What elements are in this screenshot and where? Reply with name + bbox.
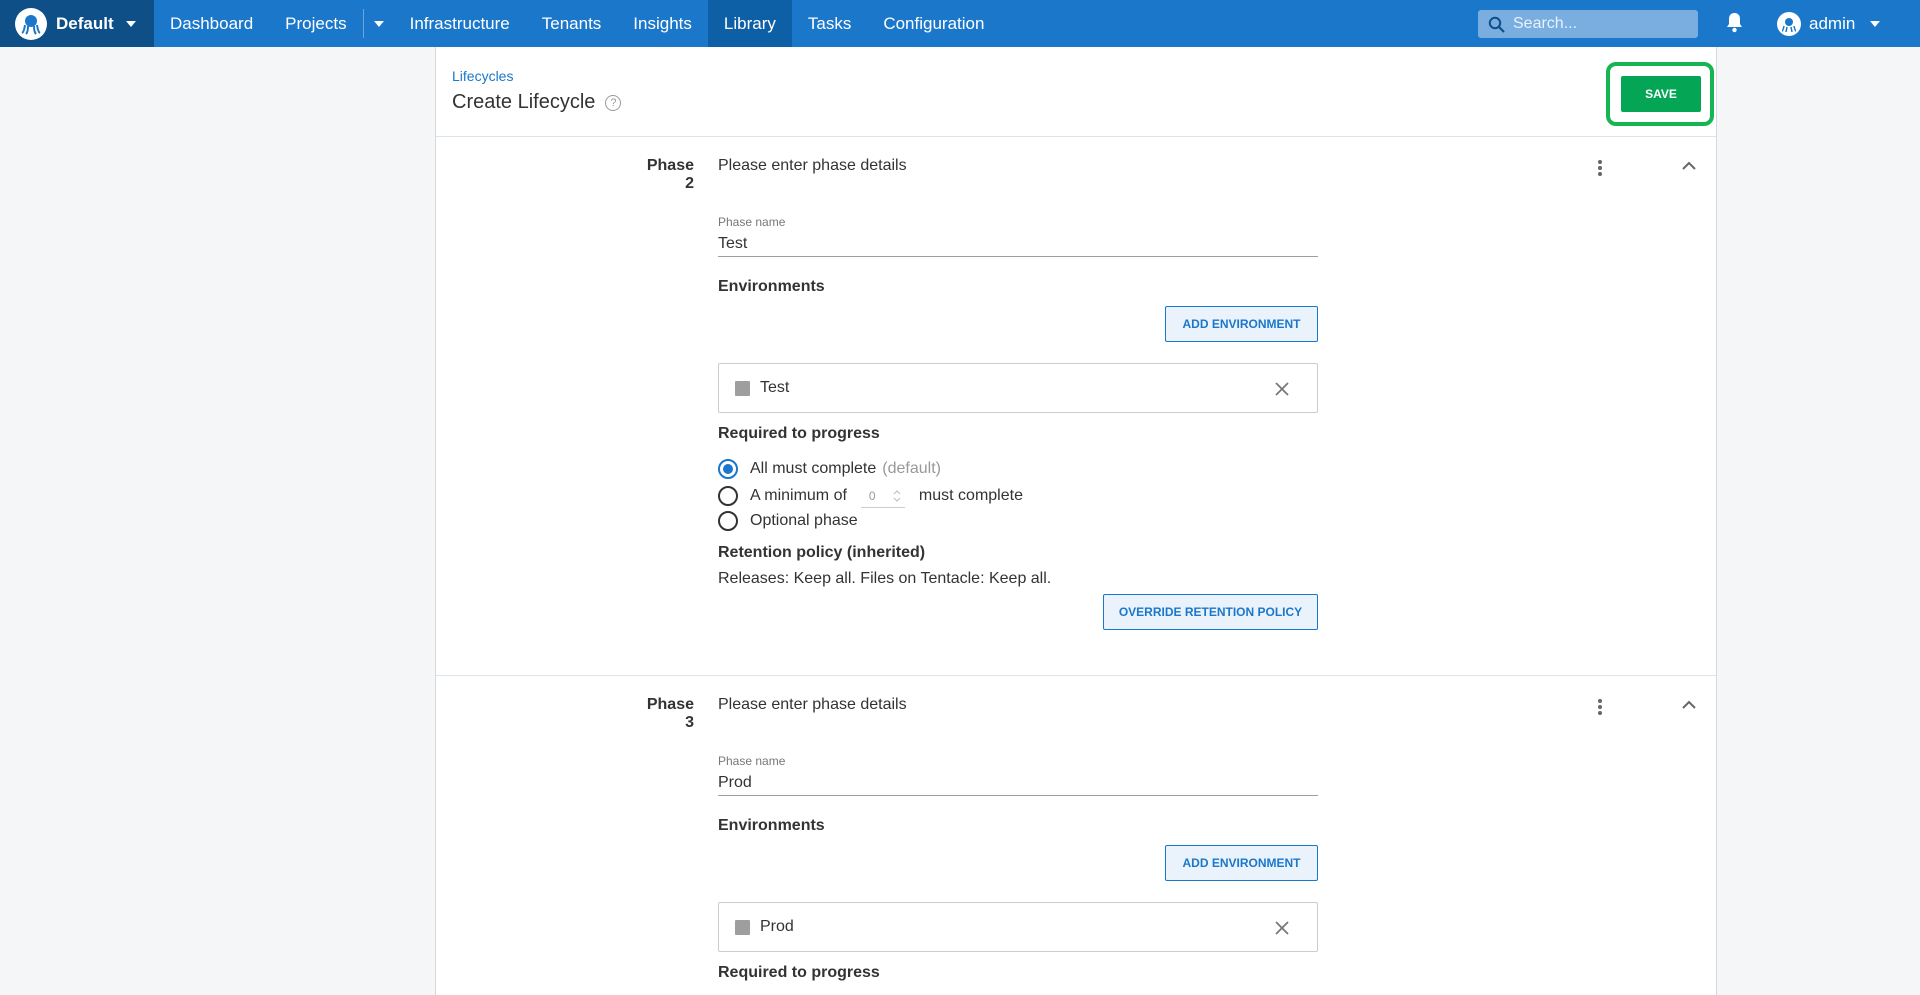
phase-name-input[interactable]	[718, 231, 1318, 257]
radio-label: All must complete	[750, 460, 877, 477]
minimum-value: 0	[868, 488, 876, 503]
save-button[interactable]: SAVE	[1621, 76, 1701, 112]
radio-unselected-icon	[718, 511, 738, 531]
nav-tasks[interactable]: Tasks	[792, 0, 867, 47]
radio-optional-phase[interactable]: Optional phase	[718, 511, 858, 531]
environments-heading: Environments	[718, 817, 825, 834]
default-note: (default)	[882, 460, 941, 477]
space-name: Default	[56, 13, 114, 33]
close-icon[interactable]	[1274, 381, 1290, 397]
stepper-arrows-icon[interactable]	[893, 489, 901, 503]
required-heading: Required to progress	[718, 425, 880, 442]
nav-insights[interactable]: Insights	[617, 0, 708, 47]
radio-all-must-complete[interactable]: All must complete (default)	[718, 459, 941, 479]
radio-selected-icon	[718, 459, 738, 479]
nav-tenants[interactable]: Tenants	[526, 0, 618, 47]
phase-card: Phase 2 Please enter phase details Phase…	[436, 137, 1716, 676]
phase-name-label: Phase name	[718, 754, 786, 768]
page-header: Lifecycles Create Lifecycle ? SAVE	[436, 47, 1716, 137]
close-icon[interactable]	[1274, 920, 1290, 936]
radio-label-suffix: must complete	[918, 487, 1023, 504]
environments-heading: Environments	[718, 278, 825, 295]
nav-infrastructure[interactable]: Infrastructure	[394, 0, 526, 47]
nav-projects[interactable]: Projects	[269, 0, 362, 47]
page-title: Create Lifecycle ?	[452, 91, 622, 114]
nav-configuration[interactable]: Configuration	[867, 0, 1000, 47]
search-box[interactable]	[1478, 10, 1698, 38]
radio-label: Optional phase	[750, 512, 858, 529]
required-heading: Required to progress	[718, 964, 880, 981]
chevron-down-icon	[125, 20, 136, 27]
octopus-logo-icon	[15, 7, 47, 40]
retention-text: Releases: Keep all. Files on Tentacle: K…	[718, 570, 1052, 587]
user-menu[interactable]: admin	[1777, 0, 1881, 47]
radio-label: A minimum of	[750, 487, 847, 504]
nav-library[interactable]: Library	[707, 0, 792, 47]
chevron-down-icon	[1870, 20, 1881, 27]
environment-color-icon	[735, 920, 750, 935]
help-icon[interactable]: ?	[605, 94, 622, 111]
top-nav: Default Dashboard Projects Infrastructur…	[0, 0, 1920, 47]
override-retention-button[interactable]: OVERRIDE RETENTION POLICY	[1103, 594, 1318, 630]
phase-label: Phase 3	[646, 696, 694, 731]
overflow-menu-icon[interactable]	[1597, 698, 1603, 716]
phase-summary: Please enter phase details	[718, 696, 907, 713]
environment-color-icon	[735, 381, 750, 396]
search-icon	[1488, 16, 1505, 33]
overflow-menu-icon[interactable]	[1597, 159, 1603, 177]
radio-unselected-icon	[718, 486, 738, 506]
add-environment-button[interactable]: ADD ENVIRONMENT	[1165, 845, 1318, 881]
user-name: admin	[1809, 13, 1856, 33]
page-title-text: Create Lifecycle	[452, 91, 596, 113]
add-environment-button[interactable]: ADD ENVIRONMENT	[1165, 306, 1318, 342]
space-selector[interactable]: Default	[0, 0, 154, 47]
minimum-stepper[interactable]: 0	[860, 484, 905, 508]
search-input[interactable]	[1513, 15, 1683, 33]
environment-chip: Prod	[718, 902, 1318, 952]
breadcrumb[interactable]: Lifecycles	[452, 68, 513, 84]
bell-icon[interactable]	[1725, 12, 1744, 38]
phase-summary: Please enter phase details	[718, 157, 907, 174]
lifecycle-card: Lifecycles Create Lifecycle ? SAVE Phase…	[435, 47, 1717, 995]
chevron-up-icon[interactable]	[1682, 161, 1696, 170]
retention-heading: Retention policy (inherited)	[718, 544, 926, 561]
projects-dropdown[interactable]	[364, 0, 394, 47]
environment-name: Test	[760, 379, 790, 396]
environment-name: Prod	[760, 918, 794, 935]
chevron-up-icon[interactable]	[1682, 700, 1696, 709]
phase-card: Phase 3 Please enter phase details Phase…	[436, 676, 1716, 995]
phase-name-input[interactable]	[718, 770, 1318, 796]
phase-label: Phase 2	[646, 157, 694, 192]
user-avatar-icon	[1777, 11, 1801, 36]
environment-chip: Test	[718, 363, 1318, 413]
chevron-down-icon	[373, 20, 384, 27]
nav-dashboard[interactable]: Dashboard	[154, 0, 269, 47]
phase-name-label: Phase name	[718, 215, 786, 229]
radio-minimum[interactable]: A minimum of 0 must complete	[718, 484, 1023, 508]
